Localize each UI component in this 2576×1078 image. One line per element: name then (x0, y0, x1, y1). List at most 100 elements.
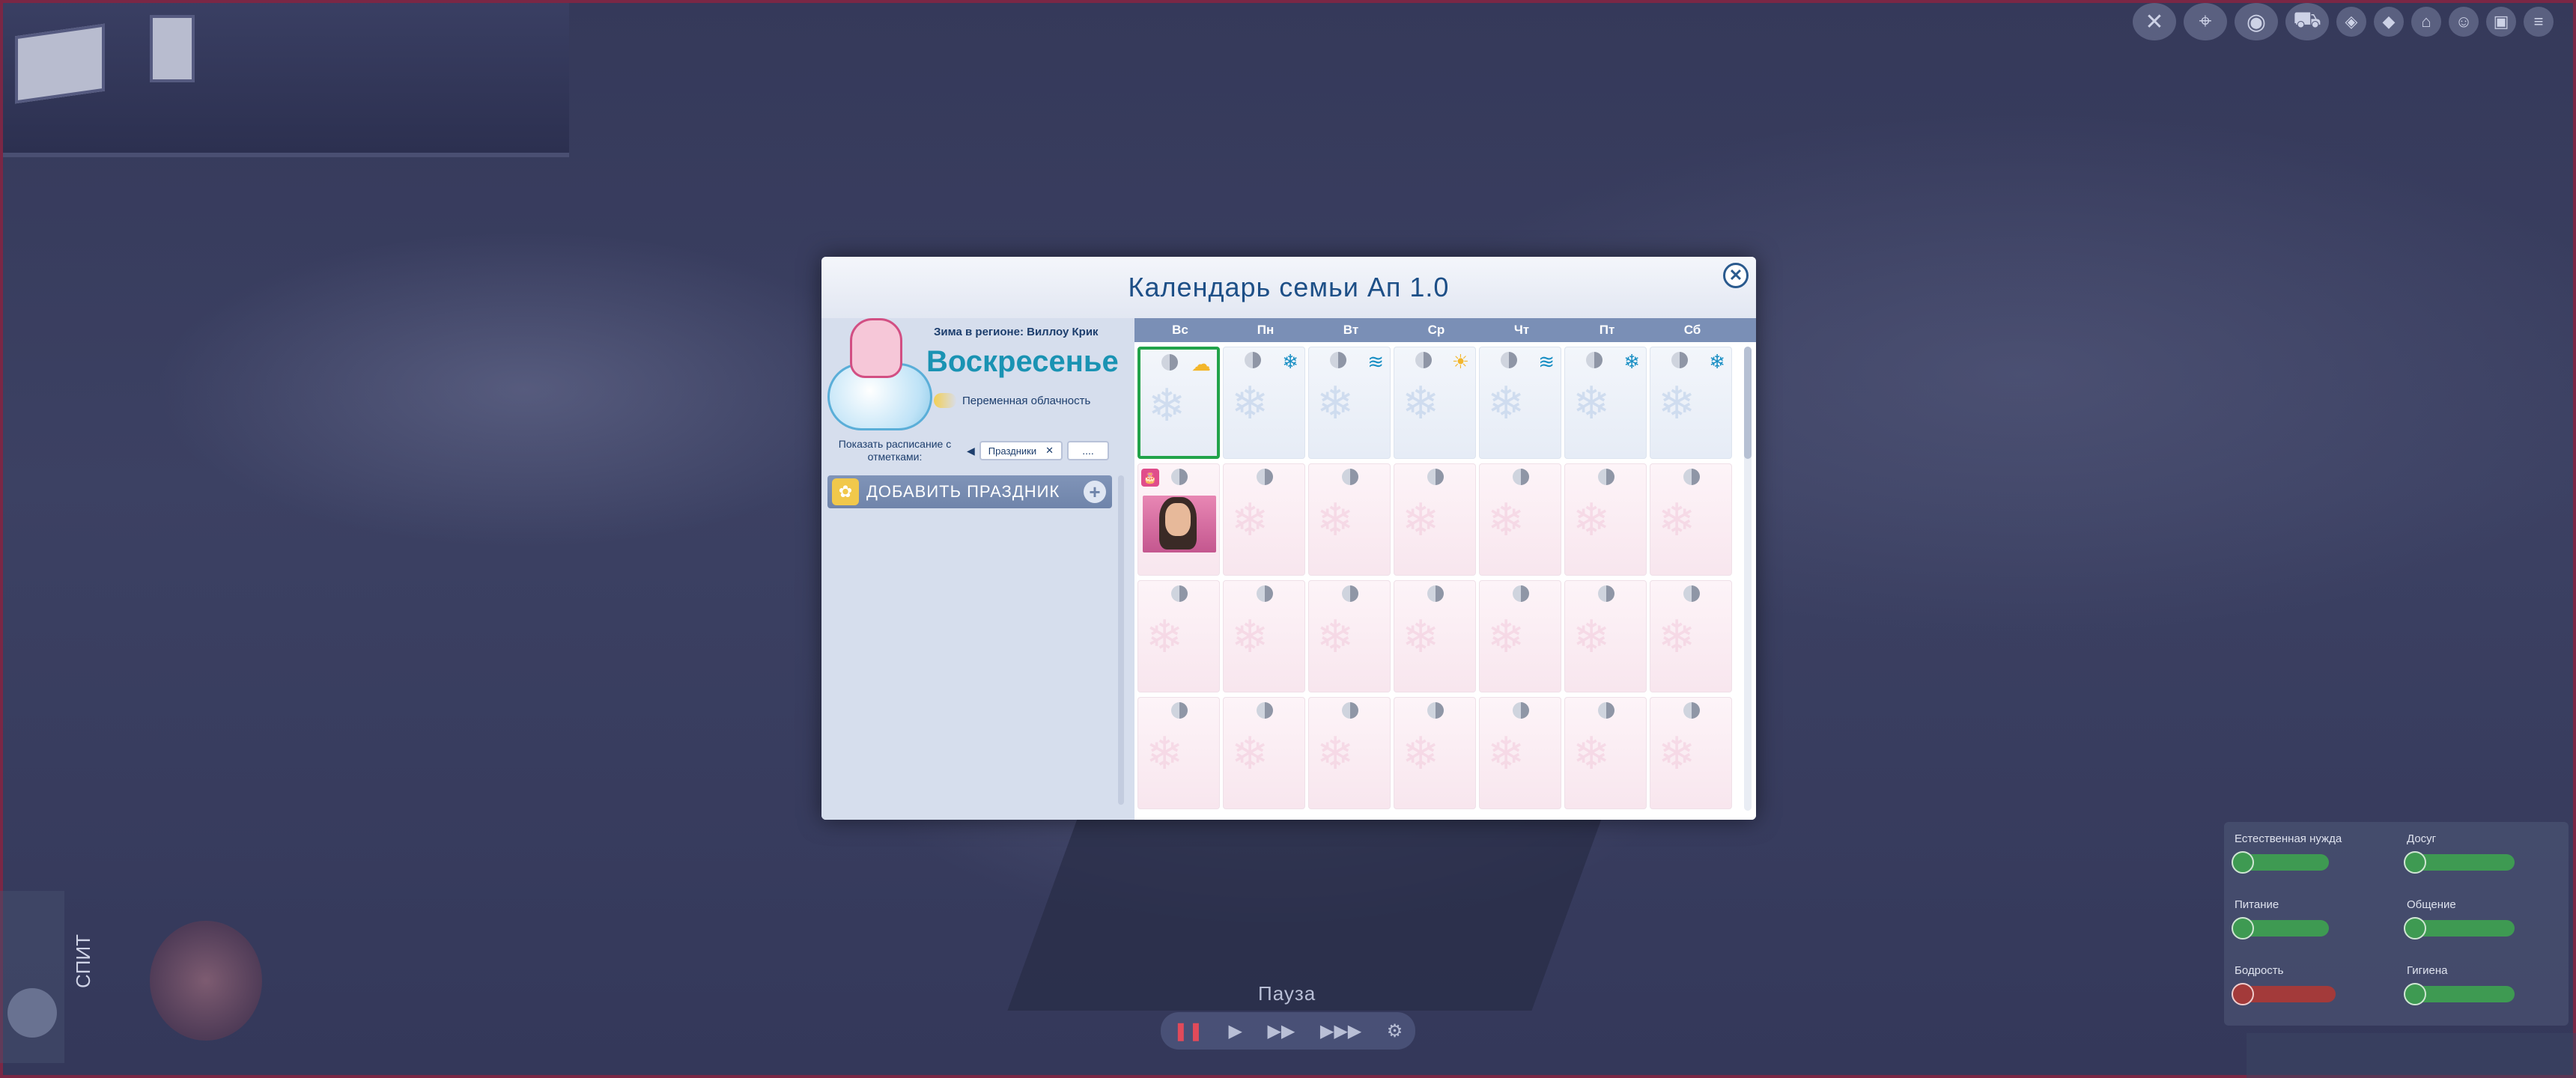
calendar-day-cell[interactable]: ❄ ❄ (1564, 347, 1647, 459)
need-bar (2232, 851, 2329, 874)
calendar-day-cell[interactable]: ❄🎂 (1137, 463, 1220, 576)
calendar-day-cell[interactable]: ❄ (1394, 697, 1476, 809)
calendar-day-cell[interactable]: ❄ (1650, 580, 1732, 692)
calendar-day-cell[interactable]: ❄ (1394, 463, 1476, 576)
more-filters-button[interactable]: .... (1067, 441, 1109, 460)
ultra-speed-icon[interactable]: ▶▶▶ (1320, 1020, 1361, 1042)
moon-phase-icon (1683, 702, 1700, 719)
background-snowflake-icon: ❄ (1402, 378, 1440, 428)
need-icon (2232, 983, 2254, 1005)
build-tools-icon[interactable]: ✕ (2133, 3, 2176, 40)
need-icon (2404, 917, 2426, 940)
moon-phase-icon (1171, 585, 1188, 602)
calendar-day-cell[interactable]: ❄ ❄ (1223, 347, 1305, 459)
calendar-day-cell[interactable]: ❄ (1137, 697, 1220, 809)
family-icon[interactable]: ☺ (2449, 7, 2479, 37)
holidays-filter[interactable]: Праздники ✕ (979, 441, 1063, 460)
calendar-scrollbar[interactable] (1744, 347, 1752, 811)
background-snowflake-icon: ❄ (1316, 612, 1355, 662)
calendar-day-cell[interactable]: ☁ ❄ (1137, 347, 1220, 459)
calendar-day-cell[interactable]: ❄ (1137, 580, 1220, 692)
calendar-day-cell[interactable]: ❄ (1223, 463, 1305, 576)
active-sim-portrait[interactable] (150, 921, 262, 1041)
snow-weather-icon: ❄ (1282, 350, 1298, 373)
add-holiday-label: ДОБАВИТЬ ПРАЗДНИК (866, 482, 1060, 501)
moon-phase-icon (1342, 585, 1358, 602)
settings-gear-icon[interactable]: ⚙ (1387, 1020, 1403, 1042)
video-icon[interactable]: ▣ (2486, 7, 2516, 37)
moon-phase-icon (1586, 352, 1603, 368)
calendar-day-cell[interactable]: ❄ (1650, 463, 1732, 576)
background-snowflake-icon: ❄ (1231, 612, 1269, 662)
weekday-label: Пт (1599, 323, 1615, 337)
calendar-day-cell[interactable]: ≋ ❄ (1479, 347, 1561, 459)
driveway (1007, 786, 1614, 1011)
chevron-left-icon[interactable]: ◀ (967, 445, 975, 457)
game-speed-bar: ❚❚ ▶ ▶▶ ▶▶▶ ⚙ (1161, 1012, 1415, 1050)
sim-menu-button[interactable] (7, 988, 57, 1038)
remove-filter-icon[interactable]: ✕ (1045, 445, 1054, 457)
calendar-day-cell[interactable]: ❄ (1650, 697, 1732, 809)
calendar-day-cell[interactable]: ❄ (1308, 580, 1391, 692)
need-bar (2232, 917, 2329, 940)
background-snowflake-icon: ❄ (1658, 378, 1696, 428)
moon-phase-icon (1513, 702, 1529, 719)
calendar-day-cell[interactable]: ❄ (1564, 580, 1647, 692)
moon-phase-icon (1671, 352, 1688, 368)
background-snowflake-icon: ❄ (1402, 728, 1440, 779)
face (1165, 503, 1191, 536)
calendar-day-cell[interactable]: ❄ (1394, 580, 1476, 692)
fast-forward-icon[interactable]: ▶▶ (1267, 1020, 1295, 1042)
calendar-day-cell[interactable]: ❄ (1308, 697, 1391, 809)
calendar-day-cell[interactable]: ≋ ❄ (1308, 347, 1391, 459)
calendar-day-cell[interactable]: ❄ ❄ (1650, 347, 1732, 459)
close-icon[interactable]: ✕ (1723, 263, 1749, 288)
background-snowflake-icon: ❄ (1231, 378, 1269, 428)
need-label: Бодрость (2235, 964, 2284, 977)
add-holiday-button[interactable]: ✿ ДОБАВИТЬ ПРАЗДНИК + (827, 475, 1112, 508)
sim-birthday-portrait[interactable] (1143, 496, 1216, 552)
menu-icon[interactable]: ≡ (2524, 7, 2554, 37)
left-scrollbar[interactable] (1118, 475, 1124, 805)
calendar-day-cell[interactable]: ❄ (1564, 697, 1647, 809)
calendar-day-cell[interactable]: ❄ (1564, 463, 1647, 576)
calendar-day-cell[interactable]: ❄ (1479, 463, 1561, 576)
need-icon (2232, 851, 2254, 874)
calendar-day-cell[interactable]: ❄ (1308, 463, 1391, 576)
moon-phase-icon (1683, 469, 1700, 485)
cart-icon[interactable]: ⛟ (2285, 3, 2329, 40)
calendar-day-cell[interactable]: ❄ (1479, 580, 1561, 692)
home-icon[interactable]: ⌂ (2411, 7, 2441, 37)
need-meter[interactable]: Естественная нужда (2232, 832, 2384, 874)
background-snowflake-icon: ❄ (1573, 728, 1611, 779)
moon-phase-icon (1171, 469, 1188, 485)
moon-phase-icon (1427, 585, 1444, 602)
location-icon[interactable]: ◉ (2235, 3, 2278, 40)
snow-weather-icon: ❄ (1623, 350, 1640, 373)
need-meter[interactable]: Питание (2232, 898, 2384, 940)
sun-weather-icon: ☀ (1451, 350, 1469, 373)
need-icon (2404, 851, 2426, 874)
need-meter[interactable]: Гигиена (2404, 964, 2557, 1005)
calendar-day-cell[interactable]: ❄ (1223, 580, 1305, 692)
moon-phase-icon (1598, 469, 1614, 485)
pause-icon[interactable]: ❚❚ (1173, 1020, 1203, 1042)
moon-phase-icon (1171, 702, 1188, 719)
schedule-label: Показать расписание с отметками: (838, 438, 952, 463)
birthday-cake-icon: 🎂 (1141, 469, 1159, 487)
scroll-thumb[interactable] (1744, 347, 1752, 459)
background-snowflake-icon: ❄ (1487, 612, 1525, 662)
calendar-day-cell[interactable]: ☀ ❄ (1394, 347, 1476, 459)
camera-icon[interactable]: ◈ (2336, 7, 2366, 37)
need-bar (2404, 983, 2515, 1005)
need-meter[interactable]: Бодрость (2232, 964, 2384, 1005)
play-icon[interactable]: ▶ (1228, 1020, 1242, 1042)
need-meter[interactable]: Досуг (2404, 832, 2557, 874)
calendar-day-cell[interactable]: ❄ (1223, 697, 1305, 809)
need-bar (2404, 851, 2515, 874)
need-meter[interactable]: Общение (2404, 898, 2557, 940)
calendar-day-cell[interactable]: ❄ (1479, 697, 1561, 809)
tag-icon[interactable]: ◆ (2374, 7, 2404, 37)
moon-phase-icon (1683, 585, 1700, 602)
map-icon[interactable]: ⌖ (2184, 3, 2227, 40)
